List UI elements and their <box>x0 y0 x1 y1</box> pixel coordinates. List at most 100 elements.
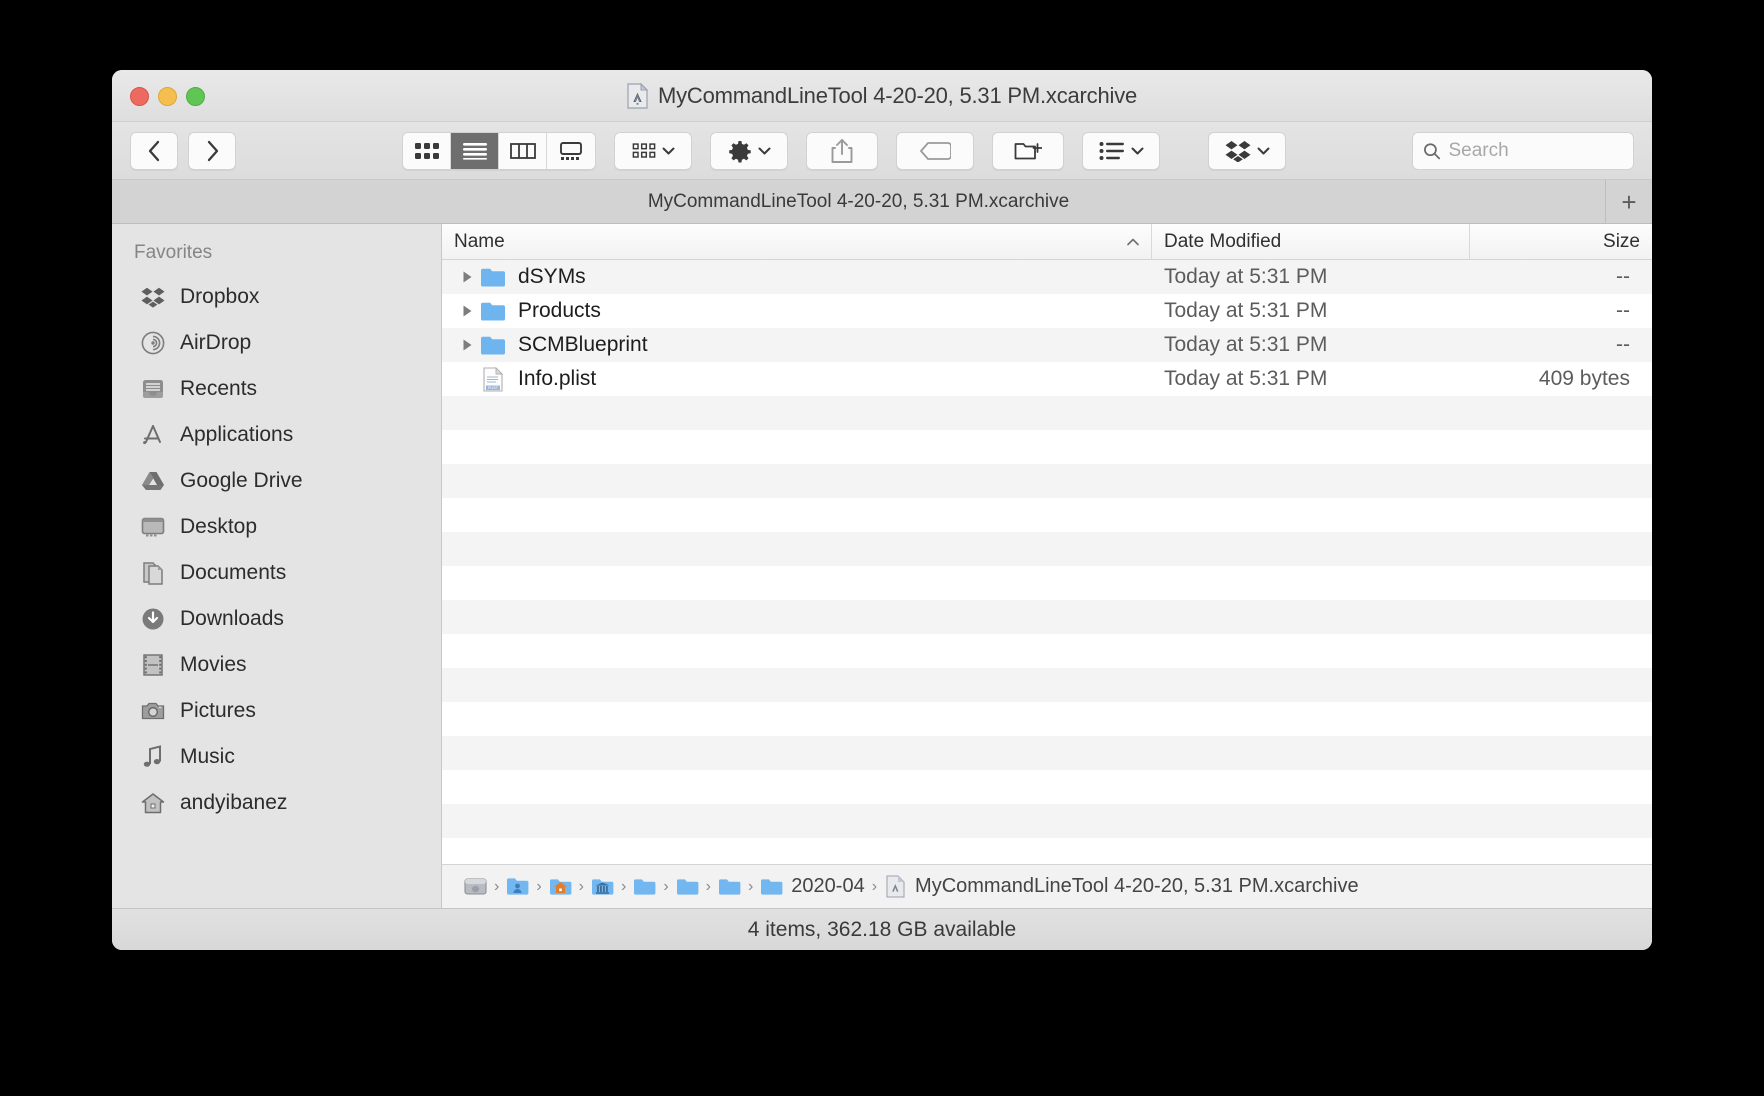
sidebar-item-applications[interactable]: Applications <box>112 412 441 458</box>
file-list-pane: Name Date Modified Size dSYMs Today at 5… <box>442 224 1652 908</box>
pictures-icon <box>140 698 166 724</box>
column-header-size[interactable]: Size <box>1470 224 1652 259</box>
sidebar-item-label: Dropbox <box>180 285 260 308</box>
sidebar-item-label: Documents <box>180 561 287 584</box>
disclosure-triangle-icon[interactable] <box>454 304 480 318</box>
new-folder-button[interactable] <box>992 131 1064 170</box>
sidebar-item-label: Google Drive <box>180 469 303 492</box>
sidebar-item-music[interactable]: Music <box>112 734 441 780</box>
breadcrumb-folder[interactable] <box>633 875 656 898</box>
tab-archive[interactable]: MyCommandLineTool 4-20-20, 5.31 PM.xcarc… <box>112 180 1606 223</box>
column-header-size-label: Size <box>1603 230 1640 252</box>
sidebar-item-home[interactable]: andyibanez <box>112 780 441 826</box>
desktop-icon <box>140 514 166 540</box>
arrange-button[interactable] <box>614 131 692 170</box>
sidebar-item-label: Music <box>180 745 235 768</box>
empty-row <box>442 498 1652 532</box>
breadcrumb-folder-2020-04[interactable]: 2020-04 <box>760 875 865 898</box>
breadcrumb-folder[interactable] <box>676 875 699 898</box>
navigation-buttons <box>130 131 236 170</box>
empty-row <box>442 736 1652 770</box>
row-date-cell: Today at 5:31 PM <box>1164 299 1328 322</box>
action-menu-button[interactable] <box>710 131 788 170</box>
gear-icon <box>728 140 751 163</box>
sidebar-item-airdrop[interactable]: AirDrop <box>112 320 441 366</box>
icon-view-button[interactable] <box>403 132 451 169</box>
chevron-down-icon <box>662 147 674 154</box>
table-row[interactable]: dSYMs Today at 5:31 PM -- <box>442 260 1652 294</box>
sidebar-item-pictures[interactable]: Pictures <box>112 688 441 734</box>
sidebar-item-label: AirDrop <box>180 331 252 354</box>
window-title-group: MyCommandLineTool 4-20-20, 5.31 PM.xcarc… <box>112 82 1652 109</box>
sidebar-item-movies[interactable]: Movies <box>112 642 441 688</box>
status-text: 4 items, 362.18 GB available <box>747 917 1017 941</box>
dropbox-menu-button[interactable] <box>1208 131 1286 170</box>
column-header-date-label: Date Modified <box>1164 230 1282 252</box>
zoom-button[interactable] <box>186 87 205 106</box>
sidebar-item-documents[interactable]: Documents <box>112 550 441 596</box>
breadcrumb-folder[interactable] <box>718 875 741 898</box>
breadcrumb-library[interactable] <box>591 875 614 898</box>
movies-icon <box>140 652 166 678</box>
sidebar-item-downloads[interactable]: Downloads <box>112 596 441 642</box>
row-name-cell: PLIST Info.plist <box>442 366 1152 392</box>
column-view-button[interactable] <box>499 132 547 169</box>
gallery-view-button[interactable] <box>547 132 595 169</box>
row-date-cell: Today at 5:31 PM <box>1164 265 1328 288</box>
tag-button[interactable] <box>896 131 974 170</box>
breadcrumb-hard-drive[interactable] <box>464 875 487 898</box>
sidebar-item-label: Recents <box>180 377 258 400</box>
sidebar-item-google-drive[interactable]: Google Drive <box>112 458 441 504</box>
empty-row <box>442 430 1652 464</box>
list-view-button[interactable] <box>451 132 499 169</box>
column-header-name-label: Name <box>454 230 505 252</box>
search-field[interactable] <box>1412 131 1634 170</box>
empty-row <box>442 770 1652 804</box>
row-name-cell: dSYMs <box>442 265 1152 289</box>
file-rows: dSYMs Today at 5:31 PM -- Products Today… <box>442 260 1652 864</box>
back-button[interactable] <box>130 131 178 170</box>
column-headers: Name Date Modified Size <box>442 224 1652 260</box>
row-size-cell: -- <box>1616 333 1630 356</box>
row-size-cell: -- <box>1616 265 1630 288</box>
breadcrumb-home[interactable] <box>549 875 572 898</box>
window-title: MyCommandLineTool 4-20-20, 5.31 PM.xcarc… <box>657 82 1138 108</box>
breadcrumb-separator: › <box>620 877 627 895</box>
folder-icon <box>480 301 506 322</box>
sidebar-item-dropbox[interactable]: Dropbox <box>112 274 441 320</box>
table-row[interactable]: SCMBlueprint Today at 5:31 PM -- <box>442 328 1652 362</box>
disclosure-triangle-icon[interactable] <box>454 270 480 284</box>
traffic-light-group <box>130 87 205 106</box>
tab-bar: MyCommandLineTool 4-20-20, 5.31 PM.xcarc… <box>112 180 1652 224</box>
column-header-name[interactable]: Name <box>442 224 1152 259</box>
breadcrumb-separator: › <box>747 877 754 895</box>
row-size-cell: -- <box>1616 299 1630 322</box>
folder-icon <box>760 875 783 898</box>
row-name-cell: SCMBlueprint <box>442 333 1152 357</box>
search-input[interactable] <box>1448 139 1623 162</box>
view-mode-segmented-control <box>402 131 596 170</box>
empty-row <box>442 634 1652 668</box>
google-drive-icon <box>140 468 166 494</box>
share-button[interactable] <box>806 131 878 170</box>
column-header-date-modified[interactable]: Date Modified <box>1152 224 1470 259</box>
downloads-icon <box>140 606 166 632</box>
xcarchive-icon <box>884 875 907 898</box>
table-row[interactable]: Products Today at 5:31 PM -- <box>442 294 1652 328</box>
empty-row <box>442 668 1652 702</box>
arrange-icon <box>632 142 655 158</box>
sidebar-item-recents[interactable]: Recents <box>112 366 441 412</box>
breadcrumb-archive[interactable]: MyCommandLineTool 4-20-20, 5.31 PM.xcarc… <box>884 875 1359 898</box>
table-row[interactable]: PLIST Info.plist Today at 5:31 PM 409 by… <box>442 362 1652 396</box>
window-titlebar: MyCommandLineTool 4-20-20, 5.31 PM.xcarc… <box>112 70 1652 122</box>
folder-icon <box>676 875 699 898</box>
disclosure-triangle-icon[interactable] <box>454 338 480 352</box>
breadcrumb-users[interactable] <box>506 875 529 898</box>
new-tab-button[interactable]: + <box>1606 180 1652 223</box>
close-button[interactable] <box>130 87 149 106</box>
forward-button[interactable] <box>188 131 236 170</box>
minimize-button[interactable] <box>158 87 177 106</box>
sidebar: Favorites Dropbox AirDrop Recents Applic… <box>112 224 442 908</box>
group-by-button[interactable] <box>1082 131 1160 170</box>
sidebar-item-desktop[interactable]: Desktop <box>112 504 441 550</box>
